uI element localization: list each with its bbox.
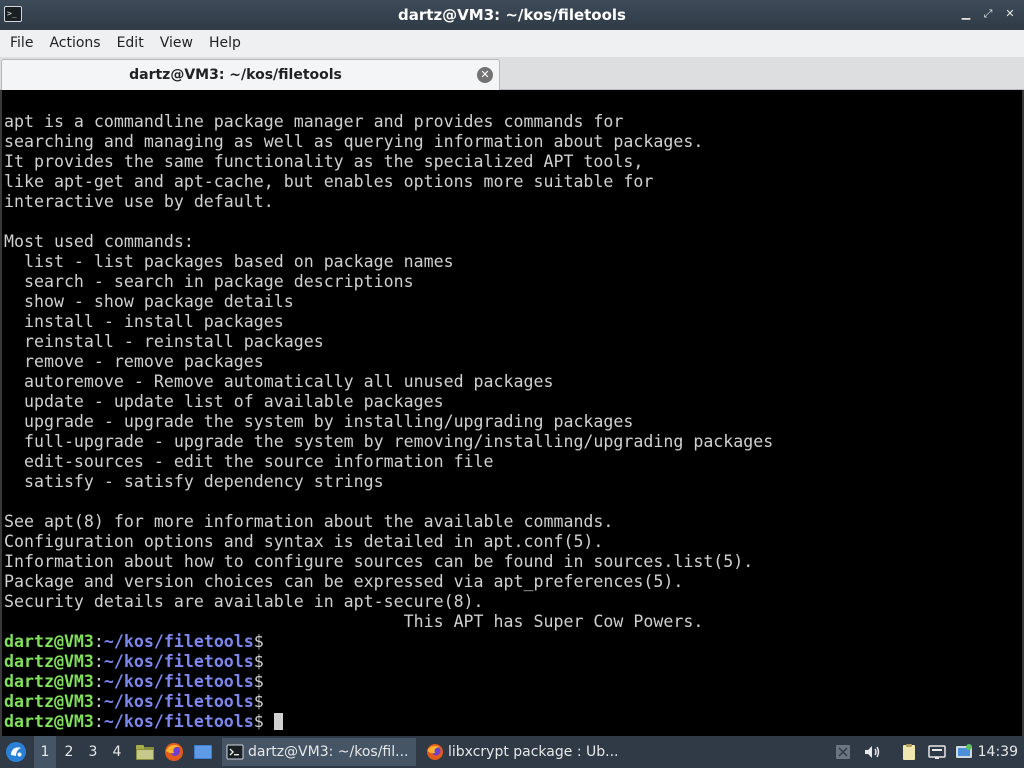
menu-bar: File Actions Edit View Help — [0, 30, 1024, 57]
terminal-prompt-line: dartz@VM3:~/kos/filetools$ — [4, 672, 1020, 692]
prompt-path: ~/kos/filetools — [103, 652, 254, 671]
terminal-icon — [226, 744, 244, 760]
terminal-output-line: upgrade - upgrade the system by installi… — [4, 412, 634, 431]
prompt-symbol: $ — [253, 652, 264, 671]
start-menu-icon[interactable] — [4, 740, 28, 764]
terminal-output-line: update - update list of available packag… — [4, 392, 444, 411]
terminal-prompt-line: dartz@VM3:~/kos/filetools$ — [4, 632, 1020, 652]
terminal-output-line: See apt(8) for more information about th… — [4, 512, 614, 531]
menu-edit[interactable]: Edit — [109, 30, 152, 57]
tab-label: dartz@VM3: ~/kos/filetools — [129, 67, 342, 83]
prompt-user: dartz@VM3 — [4, 712, 94, 731]
terminal-output-line: interactive use by default. — [4, 192, 274, 211]
terminal-output-line: apt is a commandline package manager and… — [4, 112, 624, 131]
prompt-user: dartz@VM3 — [4, 652, 94, 671]
prompt-separator: : — [93, 672, 104, 691]
task-label: libxcrypt package : Ub... — [448, 744, 618, 760]
text-cursor — [273, 713, 283, 730]
prompt-symbol: $ — [253, 712, 264, 731]
terminal-output: apt is a commandline package manager and… — [4, 112, 1020, 732]
terminal-output-line: install - install packages — [4, 312, 284, 331]
notification-icon[interactable] — [833, 742, 853, 762]
window-titlebar[interactable]: >_ dartz@VM3: ~/kos/filetools ▁ ⤢ ✕ — [0, 0, 1024, 30]
prompt-separator: : — [93, 712, 104, 731]
prompt-separator: : — [93, 632, 104, 651]
menu-actions[interactable]: Actions — [41, 30, 108, 57]
terminal-output-line: reinstall - reinstall packages — [4, 332, 324, 351]
prompt-separator: : — [93, 652, 104, 671]
task-label: dartz@VM3: ~/kos/fil... — [248, 744, 409, 760]
prompt-symbol: $ — [253, 692, 264, 711]
maximize-icon[interactable]: ⤢ — [980, 6, 996, 22]
taskbar-task-terminal[interactable]: dartz@VM3: ~/kos/fil... — [222, 738, 416, 766]
clock[interactable]: 14:39 — [978, 736, 1018, 768]
terminal-output-line: search - search in package descriptions — [4, 272, 414, 291]
terminal-view[interactable]: apt is a commandline package manager and… — [0, 90, 1024, 736]
show-desktop-icon[interactable] — [192, 741, 214, 763]
firefox-icon — [427, 744, 443, 760]
prompt-path: ~/kos/filetools — [103, 632, 254, 651]
terminal-output-line: Package and version choices can be expre… — [4, 572, 684, 591]
workspace-3[interactable]: 3 — [82, 736, 104, 768]
terminal-output-line: remove - remove packages — [4, 352, 264, 371]
terminal-output-line: Information about how to configure sourc… — [4, 552, 754, 571]
prompt-separator: : — [93, 692, 104, 711]
terminal-output-line: like apt-get and apt-cache, but enables … — [4, 172, 654, 191]
terminal-output-line: autoremove - Remove automatically all un… — [4, 372, 554, 391]
taskbar-task-firefox[interactable]: libxcrypt package : Ub... — [422, 738, 618, 766]
terminal-output-line: full-upgrade - upgrade the system by rem… — [4, 432, 774, 451]
terminal-output-line: show - show package details — [4, 292, 294, 311]
tab-close-icon[interactable]: ✕ — [477, 67, 493, 83]
terminal-output-line: satisfy - satisfy dependency strings — [4, 472, 384, 491]
minimize-icon[interactable]: ▁ — [958, 6, 974, 22]
prompt-symbol: $ — [253, 632, 264, 651]
clipboard-icon[interactable] — [899, 742, 919, 762]
file-manager-icon[interactable] — [134, 741, 156, 763]
menu-view[interactable]: View — [152, 30, 201, 57]
menu-file[interactable]: File — [2, 30, 41, 57]
menu-help[interactable]: Help — [201, 30, 249, 57]
terminal-output-line: Most used commands: — [4, 232, 194, 251]
terminal-output-line: list - list packages based on package na… — [4, 252, 454, 271]
network-icon[interactable] — [927, 742, 947, 762]
workspace-2[interactable]: 2 — [58, 736, 80, 768]
workspace-4[interactable]: 4 — [106, 736, 128, 768]
terminal-tab[interactable]: dartz@VM3: ~/kos/filetools ✕ — [1, 59, 500, 90]
terminal-output-line: Configuration options and syntax is deta… — [4, 532, 604, 551]
prompt-path: ~/kos/filetools — [103, 712, 254, 731]
taskbar: 1 2 3 4 dartz@VM3: ~/kos/fil... libxcryp… — [0, 736, 1024, 768]
volume-icon[interactable] — [862, 742, 882, 762]
prompt-user: dartz@VM3 — [4, 672, 94, 691]
terminal-output-line: This APT has Super Cow Powers. — [4, 612, 704, 631]
close-icon[interactable]: ✕ — [1002, 6, 1018, 22]
terminal-output-line: It provides the same functionality as th… — [4, 152, 644, 171]
terminal-prompt-line: dartz@VM3:~/kos/filetools$ — [4, 652, 1020, 672]
tab-bar: dartz@VM3: ~/kos/filetools ✕ — [0, 57, 1024, 90]
terminal-output-line: Security details are available in apt-se… — [4, 592, 484, 611]
prompt-user: dartz@VM3 — [4, 632, 94, 651]
prompt-user: dartz@VM3 — [4, 692, 94, 711]
workspace-1[interactable]: 1 — [34, 736, 56, 768]
terminal-prompt-line: dartz@VM3:~/kos/filetools$ — [4, 692, 1020, 712]
prompt-path: ~/kos/filetools — [103, 672, 254, 691]
terminal-output-line: searching and managing as well as queryi… — [4, 132, 704, 151]
firefox-launcher-icon[interactable] — [163, 741, 185, 763]
window-title: dartz@VM3: ~/kos/filetools — [398, 6, 626, 24]
prompt-path: ~/kos/filetools — [103, 692, 254, 711]
terminal-prompt-line: dartz@VM3:~/kos/filetools$ — [4, 712, 1020, 732]
prompt-symbol: $ — [253, 672, 264, 691]
terminal-output-line: edit-sources - edit the source informati… — [4, 452, 494, 471]
system-monitor-icon[interactable] — [954, 742, 974, 762]
